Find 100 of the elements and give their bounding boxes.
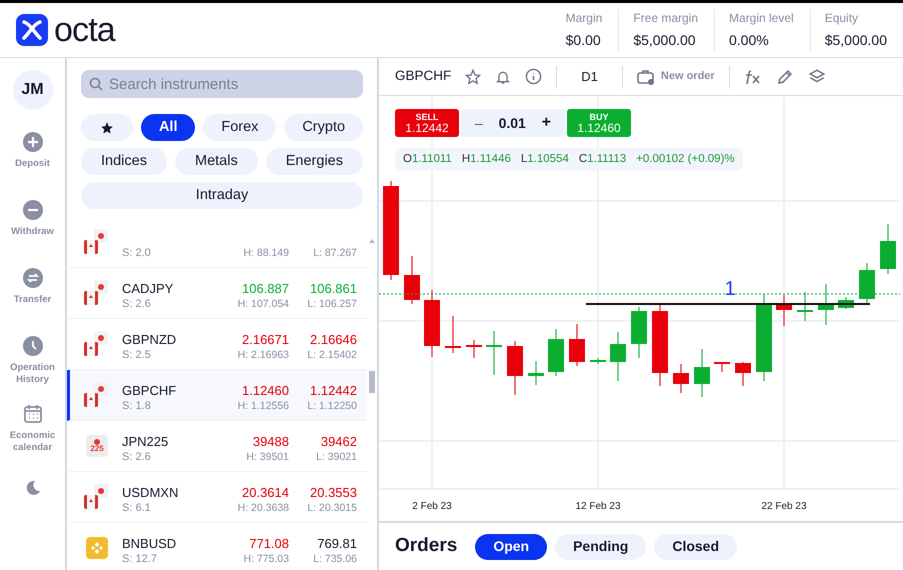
candle (694, 348, 710, 398)
low-price: L: 39021 (316, 450, 357, 464)
ohlc-value: O1.11011 (403, 152, 452, 167)
high-price: H: 2.16963 (238, 348, 289, 362)
bell-icon[interactable] (495, 68, 512, 84)
candle (424, 290, 440, 358)
filter-chip[interactable]: Forex (203, 114, 276, 141)
flag-pair-icon (84, 229, 110, 255)
ask-price: 39462 (320, 433, 357, 450)
logo-icon (16, 14, 48, 46)
stat-value: $5,000.00 (824, 31, 887, 50)
candle (776, 294, 792, 326)
instrument-name: JPN225 (122, 433, 170, 450)
ask-price: 2.16646 (310, 331, 357, 348)
instrument-row[interactable]: GBPCHF S: 1.8 1.12460 H: 1.12556 1.12442 L: 1.12250 (67, 370, 367, 421)
low-price: L: 20.3015 (307, 501, 357, 515)
stat-label: Equity (824, 10, 860, 27)
briefcase-icon (636, 68, 655, 84)
filter-chip[interactable]: Crypto (284, 114, 363, 141)
spread-text: S: 2.6 (122, 450, 152, 464)
candle (880, 224, 896, 274)
bid-price: 20.3614 (242, 484, 289, 501)
stat-label: Margin level (729, 10, 794, 27)
candle (507, 340, 523, 396)
transfer-arrows-icon (22, 268, 42, 288)
filter-chip[interactable]: Energies (266, 148, 363, 175)
high-price: H: 20.3638 (238, 501, 289, 515)
scrollbar-thumb[interactable] (369, 371, 375, 393)
user-avatar[interactable]: JM (12, 70, 52, 110)
orders-tab[interactable]: Open (475, 534, 548, 560)
minus-circle-icon (22, 200, 42, 220)
candle (610, 332, 626, 382)
spread-text: S: 2.5 (122, 348, 152, 362)
filter-chip[interactable]: Metals (174, 148, 258, 175)
change-value: +0.00102 (+0.09)% (636, 152, 735, 167)
ask-price: 106.861 (310, 280, 357, 297)
candle (590, 358, 606, 364)
spread-text: S: 12.7 (122, 552, 158, 566)
line-label: 1 (724, 278, 736, 300)
candle (673, 364, 689, 394)
increase-button[interactable]: + (542, 111, 551, 135)
filter-chip[interactable]: Indices (81, 148, 167, 175)
sell-button[interactable]: SELL 1.12442 (395, 109, 459, 137)
ohlc-value: L1.10554 (520, 152, 569, 167)
clock-icon (22, 336, 42, 356)
orders-tab[interactable]: Pending (555, 534, 646, 560)
candle (548, 328, 564, 376)
high-price: H: 107.054 (238, 297, 289, 311)
candle (569, 324, 585, 366)
ohlc-value: C1.11113 (578, 152, 626, 167)
candle (818, 284, 834, 326)
star-icon (100, 120, 114, 134)
low-price: L: 2.15402 (307, 348, 357, 362)
moon-icon[interactable] (24, 480, 40, 496)
candle (631, 306, 647, 358)
favorites-filter[interactable] (81, 114, 133, 141)
info-icon[interactable] (525, 68, 542, 85)
bid-price: 771.08 (249, 535, 289, 552)
spread-text: S: 2.0 (122, 246, 152, 260)
filter-chip[interactable]: Intraday (81, 182, 363, 209)
candle (714, 362, 730, 372)
function-icon[interactable] (744, 68, 762, 84)
low-price: L: 106.257 (307, 297, 357, 311)
instrument-name: GBPCHF (122, 382, 178, 399)
pencil-icon[interactable] (776, 68, 794, 86)
spread-text: S: 2.6 (122, 297, 152, 311)
candle (735, 362, 751, 386)
candle (486, 330, 502, 376)
flag-pair-icon (84, 484, 110, 510)
stat-value: $0.00 (566, 31, 602, 50)
decrease-button[interactable]: – (475, 112, 483, 134)
spread-text: S: 1.8 (122, 399, 152, 413)
ask-price: 20.3553 (310, 484, 357, 501)
flag-pair-icon (84, 280, 110, 306)
stat-label: Free margin (633, 10, 698, 27)
ask-price: 769.81 (317, 535, 357, 552)
candle (528, 360, 544, 386)
calendar-icon (22, 404, 42, 424)
stat-value: 0.00% (729, 31, 770, 50)
stat-label: Margin (566, 10, 602, 27)
search-field[interactable]: Search instruments (81, 70, 363, 98)
bid-price: 39488 (252, 433, 289, 450)
timeframe-button[interactable]: D1 (571, 66, 608, 86)
high-price: H: 39501 (246, 450, 289, 464)
instrument-name: CADJPY (122, 280, 174, 297)
low-price: L: 1.12250 (307, 399, 357, 413)
orders-tab[interactable]: Closed (654, 534, 738, 560)
stat-value: $5,000.00 (633, 31, 697, 50)
candle (838, 296, 854, 310)
volume-value[interactable]: 0.01 (498, 112, 526, 134)
bid-price: 106.887 (242, 280, 289, 297)
candle (466, 340, 482, 358)
symbol-title: GBPCHF (395, 67, 452, 86)
filter-chip[interactable]: All (141, 114, 196, 141)
instrument-name: BNBUSD (122, 535, 178, 552)
orders-title: Orders (395, 534, 458, 558)
star-icon[interactable] (465, 68, 482, 84)
search-icon (89, 77, 103, 91)
date-label: 22 Feb 23 (761, 501, 807, 512)
instrument-name: GBPNZD (122, 331, 178, 348)
